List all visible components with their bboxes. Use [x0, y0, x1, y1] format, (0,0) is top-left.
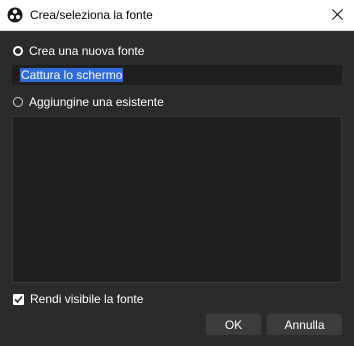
- radio-add-existing[interactable]: Aggiungine una esistente: [13, 95, 164, 109]
- close-icon: [332, 9, 343, 20]
- source-name-input[interactable]: Cattura lo schermo: [12, 65, 342, 85]
- visible-checkbox-label: Rendi visibile la fonte: [30, 292, 144, 306]
- obs-icon: [7, 7, 23, 23]
- radio-add-existing-label: Aggiungine una esistente: [29, 95, 164, 109]
- title-bar: Crea/seleziona la fonte: [0, 0, 354, 31]
- close-button[interactable]: [322, 0, 354, 30]
- existing-sources-list[interactable]: [12, 116, 342, 283]
- selected-text: Cattura lo schermo: [20, 68, 124, 82]
- visible-checkbox[interactable]: [13, 293, 24, 305]
- checkmark-icon: [14, 295, 23, 303]
- radio-button-selected[interactable]: [13, 46, 23, 56]
- visible-checkbox-row[interactable]: Rendi visibile la fonte: [13, 292, 143, 306]
- ok-button[interactable]: OK: [206, 314, 261, 335]
- radio-create-new-label: Crea una nuova fonte: [29, 44, 145, 58]
- window-title: Crea/seleziona la fonte: [30, 8, 153, 22]
- create-select-source-dialog: Crea/seleziona la fonte Crea una nuova f…: [0, 0, 354, 346]
- radio-create-new[interactable]: Crea una nuova fonte: [13, 44, 144, 58]
- cancel-button[interactable]: Annulla: [267, 314, 342, 335]
- radio-button[interactable]: [13, 97, 23, 107]
